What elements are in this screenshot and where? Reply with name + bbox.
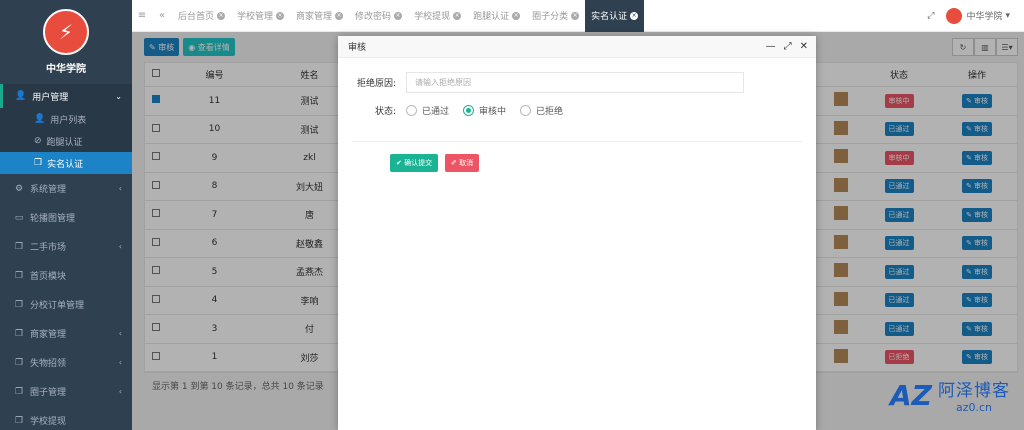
modal-header: 审核 — ⤢ ✕	[338, 36, 816, 58]
close-icon[interactable]: ✕	[800, 41, 808, 52]
close-icon[interactable]: ×	[453, 11, 462, 20]
chevron-left-icon: ‹	[118, 387, 122, 396]
tab-errand-auth[interactable]: 跑腿认证 ×	[467, 0, 526, 32]
sidebar-item-school-withdraw[interactable]: ❐ 学校提现	[0, 406, 132, 430]
radio-rejected[interactable]: 已拒绝	[520, 104, 563, 117]
chevron-left-icon: ‹	[118, 329, 122, 338]
radio-approved[interactable]: 已通过	[406, 104, 449, 117]
user-icon: 👤	[15, 91, 27, 101]
close-icon[interactable]: ×	[335, 11, 344, 20]
watermark-logo: AZ	[890, 378, 932, 412]
chevron-down-icon: ⌄	[115, 91, 122, 101]
caret-down-icon[interactable]: ▾	[1005, 11, 1010, 21]
maximize-icon[interactable]: ⤢	[784, 41, 792, 52]
gears-icon: ⚙	[14, 183, 24, 194]
tab-withdraw[interactable]: 学校提现 ×	[408, 0, 467, 32]
double-left-icon[interactable]: «	[152, 10, 172, 21]
sidebar-item-secondhand[interactable]: ❐ 二手市场 ‹	[0, 232, 132, 261]
chevron-left-icon: ‹	[118, 358, 122, 367]
sidebar-item-user-list[interactable]: 👤 用户列表	[0, 108, 132, 130]
sidebar-group-user-management[interactable]: 👤 用户管理 ⌄	[0, 84, 132, 108]
sidebar-item-home-module[interactable]: ❐ 首页模块	[0, 261, 132, 290]
watermark: AZ 阿泽博客 az0.cn	[890, 376, 1010, 415]
copy-icon: ❐	[34, 158, 43, 168]
cancel-button[interactable]: ✐ 取消	[445, 154, 480, 172]
top-right: ⤢ 中华学院 ▾	[927, 7, 1024, 24]
top-bar: ≡ « 后台首页 × 学校管理 × 商家管理 × 修改密码 × 学校提现 × 跑腿认证 × …	[132, 0, 1024, 32]
sidebar-item-lost-found[interactable]: ❐ 失物招领 ‹	[0, 348, 132, 377]
watermark-main: 阿泽博客	[938, 381, 1010, 401]
status-row: 状态: 已通过 审核中 已拒绝	[338, 104, 577, 117]
close-icon[interactable]: ×	[630, 11, 639, 20]
copy-icon: ❐	[14, 357, 24, 368]
sidebar-item-realname-auth[interactable]: ❐ 实名认证	[0, 152, 132, 174]
sidebar-item-branch-orders[interactable]: ❐ 分校订单管理	[0, 290, 132, 319]
chevron-left-icon: ‹	[118, 184, 122, 193]
tab-school[interactable]: 学校管理 ×	[231, 0, 290, 32]
confirm-button[interactable]: ✔ 确认提交	[390, 154, 439, 172]
school-name: 中华学院	[46, 64, 86, 75]
close-icon[interactable]: ×	[571, 11, 580, 20]
monitor-icon: ▭	[14, 212, 24, 223]
check-circle-icon: ⊘	[34, 136, 42, 146]
tab-circle-category[interactable]: 圈子分类 ×	[526, 0, 585, 32]
reason-row: 拒绝原因: 请输入拒绝原因	[338, 72, 744, 93]
review-modal: 审核 — ⤢ ✕ 拒绝原因: 请输入拒绝原因 状态: 已通过 审核中 已拒绝 ✔…	[338, 36, 816, 430]
sidebar: ⚡ 中华学院 👤 用户管理 ⌄ 👤 用户列表 ⊘ 跑腿认证 ❐ 实名认证 ⚙ 系…	[0, 0, 132, 430]
sidebar-item-circles[interactable]: ❐ 圈子管理 ‹	[0, 377, 132, 406]
tab-password[interactable]: 修改密码 ×	[349, 0, 408, 32]
copy-icon: ❐	[14, 270, 24, 281]
eraser-icon: ✐	[451, 159, 457, 167]
reason-input[interactable]: 请输入拒绝原因	[406, 72, 744, 93]
copy-icon: ❐	[14, 299, 24, 310]
radio-reviewing[interactable]: 审核中	[463, 104, 506, 117]
sidebar-item-system[interactable]: ⚙ 系统管理 ‹	[0, 174, 132, 203]
school-logo: ⚡	[43, 9, 89, 55]
status-label: 状态:	[374, 107, 396, 117]
menu-icon[interactable]: ≡	[132, 10, 152, 21]
minimize-icon[interactable]: —	[766, 41, 776, 52]
user-menu[interactable]: 中华学院	[966, 9, 1002, 22]
close-icon[interactable]: ×	[512, 11, 521, 20]
divider	[352, 141, 802, 142]
fullscreen-icon[interactable]: ⤢	[927, 11, 934, 21]
copy-icon: ❐	[14, 241, 24, 252]
logo-area: ⚡ 中华学院	[0, 0, 132, 84]
close-icon[interactable]: ×	[394, 11, 403, 20]
copy-icon: ❐	[14, 328, 24, 339]
close-icon[interactable]: ×	[217, 11, 226, 20]
avatar[interactable]	[946, 7, 963, 24]
watermark-sub: az0.cn	[955, 401, 993, 414]
close-icon[interactable]: ×	[276, 11, 285, 20]
sidebar-item-carousel[interactable]: ▭ 轮播图管理	[0, 203, 132, 232]
sidebar-item-merchants[interactable]: ❐ 商家管理 ‹	[0, 319, 132, 348]
tab-realname-auth[interactable]: 实名认证 ×	[585, 0, 645, 32]
tab-merchant[interactable]: 商家管理 ×	[290, 0, 349, 32]
check-icon: ✔	[396, 159, 402, 167]
chevron-left-icon: ‹	[118, 242, 122, 251]
copy-icon: ❐	[14, 386, 24, 397]
tab-home[interactable]: 后台首页 ×	[172, 0, 231, 32]
user-icon: 👤	[34, 114, 46, 124]
copy-icon: ❐	[14, 415, 24, 426]
modal-title: 审核	[348, 43, 367, 53]
reason-label: 拒绝原因:	[356, 79, 396, 89]
sidebar-item-errand-auth[interactable]: ⊘ 跑腿认证	[0, 130, 132, 152]
